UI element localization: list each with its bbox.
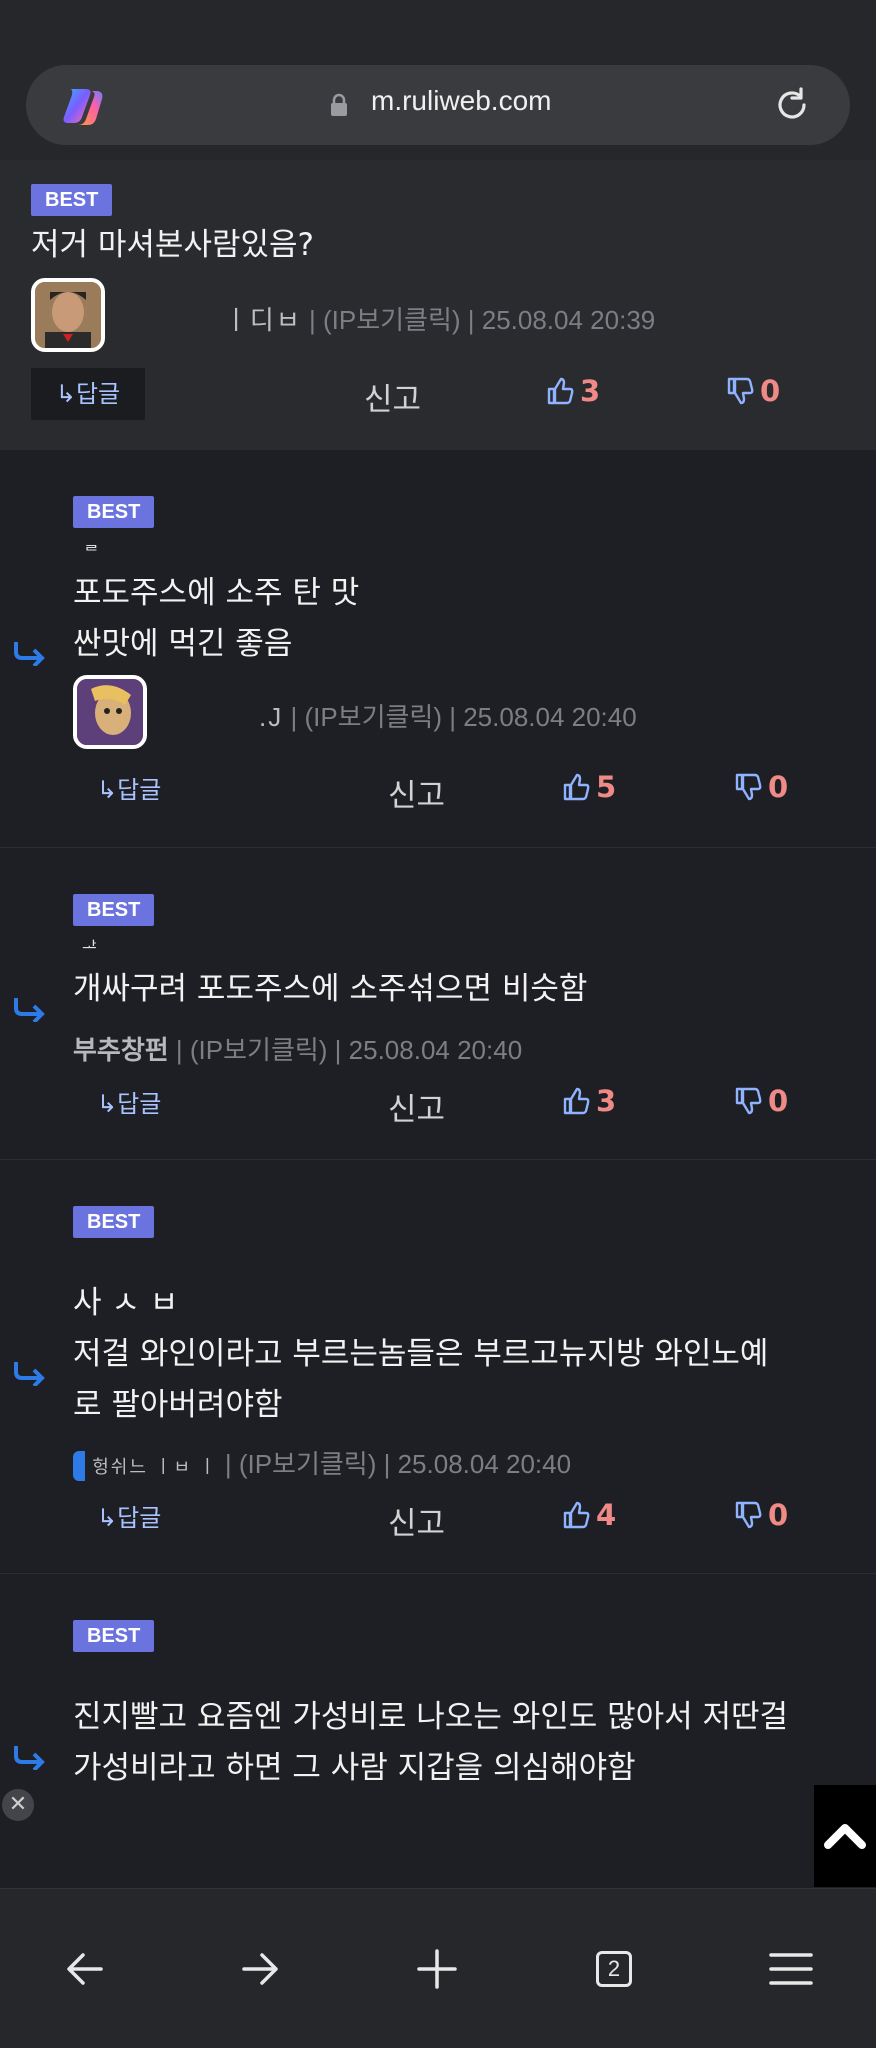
best-badge: BEST xyxy=(73,1206,155,1238)
meta-info: | (IP보기클릭) | 25.08.04 20:40 xyxy=(290,702,637,732)
scroll-to-top-button[interactable] xyxy=(814,1785,876,1887)
avatar[interactable] xyxy=(31,278,105,352)
thumbs-down-icon xyxy=(735,1501,762,1529)
hidden-label: ᅶ xyxy=(82,938,97,957)
best-badge: BEST xyxy=(31,184,113,216)
thumbs-up-icon xyxy=(563,773,590,801)
author-name[interactable]: ㅣ디ㅂ xyxy=(224,305,302,335)
thumbs-down-icon xyxy=(735,1087,762,1115)
arrow-left-icon xyxy=(67,1953,103,1985)
author-name[interactable]: 부추창펀 xyxy=(73,1035,169,1065)
copilot-icon[interactable] xyxy=(60,83,106,129)
lock-icon xyxy=(331,93,347,116)
meta-info: | (IP보기클릭) | 25.08.04 20:40 xyxy=(224,1449,572,1479)
report-button[interactable]: 신고 xyxy=(388,1084,445,1129)
avatar-edge xyxy=(73,1451,85,1482)
dislike-count: 0 xyxy=(768,770,789,804)
best-badge: BEST xyxy=(73,496,155,528)
reply-arrow-icon xyxy=(14,1362,45,1386)
like-button[interactable]: 5 xyxy=(562,770,616,804)
comment-item: BEST 사 ㅅ ㅂ 저걸 와인이라고 부르는놈들은 부르고뉴지방 와인노예 로… xyxy=(0,1160,876,1574)
thumbs-up-icon xyxy=(563,1501,590,1529)
plus-icon xyxy=(417,1949,457,1989)
reply-arrow-icon xyxy=(14,642,45,666)
dislike-button[interactable]: 0 xyxy=(726,374,780,408)
tabs-button[interactable]: 2 xyxy=(584,1939,644,1999)
reply-arrow-icon xyxy=(14,998,45,1022)
tab-count: 2 xyxy=(596,1951,632,1987)
like-count: 3 xyxy=(596,1084,617,1118)
like-button[interactable]: 4 xyxy=(562,1498,616,1532)
thumbs-up-icon xyxy=(547,377,574,405)
avatar[interactable] xyxy=(73,675,147,749)
comment-meta: .J | (IP보기클릭) | 25.08.04 20:40 xyxy=(259,697,637,734)
dislike-button[interactable]: 0 xyxy=(734,1498,788,1532)
reply-button[interactable]: ↳답글 xyxy=(73,1492,185,1544)
best-badge: BEST xyxy=(73,894,155,926)
reply-arrow-icon xyxy=(14,1746,45,1770)
menu-icon xyxy=(769,1953,813,1985)
new-tab-button[interactable] xyxy=(407,1939,467,1999)
dislike-count: 0 xyxy=(768,1498,789,1532)
comment-text: 개싸구려 포도주스에 소주섞으면 비슷함 xyxy=(73,971,588,1007)
forward-button[interactable] xyxy=(230,1939,290,1999)
comment-text: 포도주스에 소주 탄 맛 싼맛에 먹긴 좋음 xyxy=(73,575,360,662)
report-button[interactable]: 신고 xyxy=(388,1498,445,1543)
comment-text: 진지빨고 요즘엔 가성비로 나오는 와인도 많아서 저딴걸 가성비라고 하면 그… xyxy=(73,1699,789,1786)
comment-item: BEST 저거 마셔본사람있음? ㅣ디ㅂ | (IP보기클릭) | 25.08.… xyxy=(0,160,876,450)
author-name[interactable]: 헝쉬느 ㅣㅂ ㅣ xyxy=(92,1457,217,1477)
hidden-label: ᄅ xyxy=(84,542,99,561)
report-button[interactable]: 신고 xyxy=(364,374,421,419)
meta-info: | (IP보기클릭) | 25.08.04 20:39 xyxy=(309,305,656,335)
back-button[interactable] xyxy=(55,1939,115,1999)
reply-button[interactable]: ↳답글 xyxy=(31,368,145,420)
author-name[interactable]: .J xyxy=(259,702,283,732)
best-badge: BEST xyxy=(73,1620,155,1652)
thumbs-down-icon xyxy=(727,377,754,405)
bottom-navigation: 2 xyxy=(0,1888,876,2048)
comment-text: 저거 마셔본사람있음? xyxy=(31,227,314,263)
report-button[interactable]: 신고 xyxy=(388,770,445,815)
comment-text: 사 ㅅ ㅂ 저걸 와인이라고 부르는놈들은 부르고뉴지방 와인노예 로 팔아버려… xyxy=(73,1285,769,1423)
arrow-right-icon xyxy=(242,1953,278,1985)
reply-button[interactable]: ↳답글 xyxy=(73,1078,185,1130)
dislike-button[interactable]: 0 xyxy=(734,770,788,804)
thumbs-up-icon xyxy=(563,1087,590,1115)
thumbs-down-icon xyxy=(735,773,762,801)
reply-button[interactable]: ↳답글 xyxy=(73,764,185,816)
dislike-count: 0 xyxy=(768,1084,789,1118)
comment-meta: ㅣ디ㅂ | (IP보기클릭) | 25.08.04 20:39 xyxy=(224,300,655,337)
like-button[interactable]: 3 xyxy=(546,374,600,408)
comment-item: BEST ᅶ 개싸구려 포도주스에 소주섞으면 비슷함 부추창펀 | (IP보기… xyxy=(0,848,876,1160)
dislike-button[interactable]: 0 xyxy=(734,1084,788,1118)
address-bar[interactable]: m.ruliweb.com xyxy=(26,65,850,145)
menu-button[interactable] xyxy=(761,1939,821,1999)
url-text[interactable]: m.ruliweb.com xyxy=(371,85,551,117)
comment-meta: 헝쉬느 ㅣㅂ ㅣ | (IP보기클릭) | 25.08.04 20:40 xyxy=(73,1444,572,1482)
comment-meta: 부추창펀 | (IP보기클릭) | 25.08.04 20:40 xyxy=(73,1030,522,1067)
reload-icon[interactable] xyxy=(772,85,812,125)
like-count: 5 xyxy=(596,770,617,804)
dislike-count: 0 xyxy=(760,374,781,408)
meta-info: | (IP보기클릭) | 25.08.04 20:40 xyxy=(175,1035,523,1065)
close-icon[interactable]: ✕ xyxy=(2,1789,34,1821)
like-button[interactable]: 3 xyxy=(562,1084,616,1118)
like-count: 3 xyxy=(580,374,601,408)
like-count: 4 xyxy=(596,1498,617,1532)
chevron-up-icon xyxy=(824,1824,866,1849)
comment-item: BEST 진지빨고 요즘엔 가성비로 나오는 와인도 많아서 저딴걸 가성비라고… xyxy=(0,1574,876,1888)
comment-item: BEST ᄅ 포도주스에 소주 탄 맛 싼맛에 먹긴 좋음 .J | (IP보기… xyxy=(0,450,876,848)
browser-toolbar: m.ruliweb.com xyxy=(0,0,876,160)
